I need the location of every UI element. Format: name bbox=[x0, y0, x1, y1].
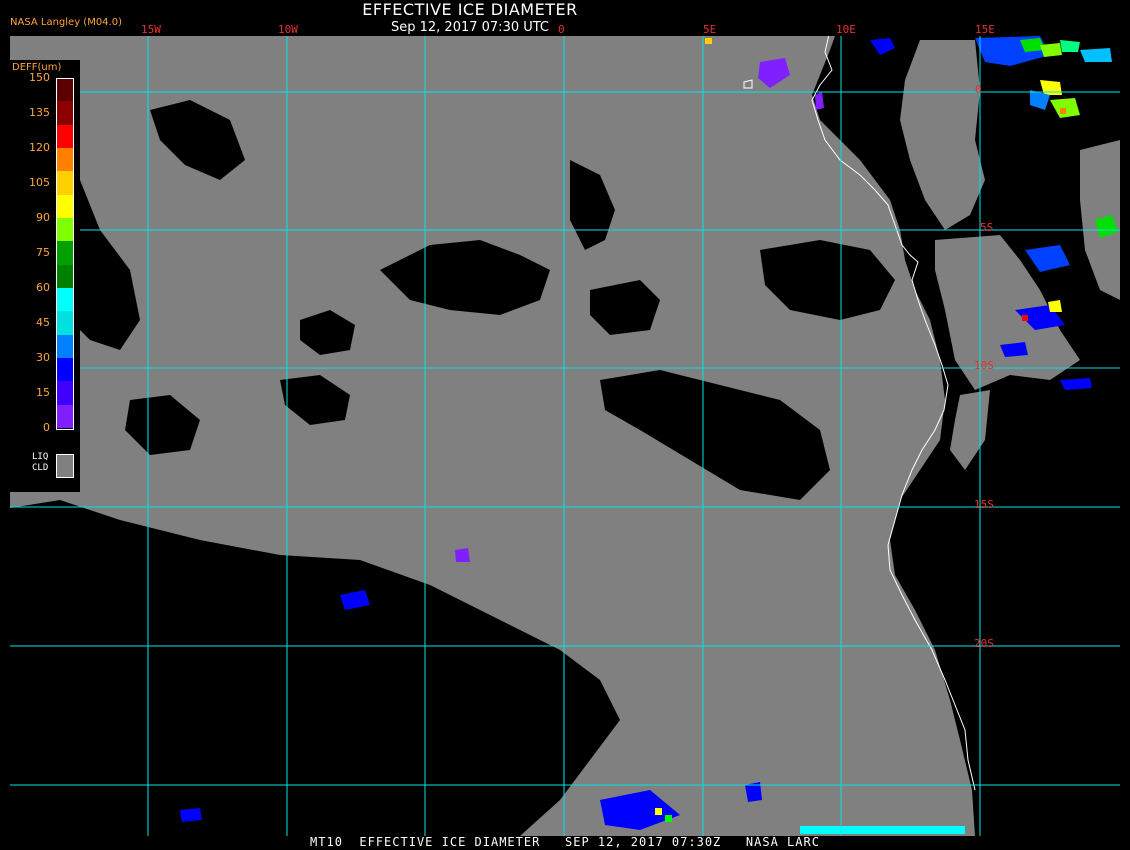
legend-tick-label: 45 bbox=[36, 316, 50, 329]
legend-swatch bbox=[56, 101, 73, 126]
legend-tick-label: 75 bbox=[36, 246, 50, 259]
lat-label-20s: 20S bbox=[974, 637, 994, 650]
color-legend: DEFF(um) 150 135 120 105 90 75 60 45 30 15 0 LIQ C… bbox=[8, 60, 80, 492]
legend-tick-label: 60 bbox=[36, 281, 50, 294]
legend-swatch bbox=[56, 311, 73, 336]
lon-label-10w: 10W bbox=[278, 23, 298, 36]
legend-tick-label: 150 bbox=[29, 71, 50, 84]
liquid-label-line1: LIQ bbox=[32, 452, 49, 462]
lon-label-0: 0 bbox=[558, 23, 565, 36]
legend-tick-label: 90 bbox=[36, 211, 50, 224]
legend-tick-label: 15 bbox=[36, 386, 50, 399]
legend-swatch bbox=[56, 334, 73, 359]
legend-swatch bbox=[56, 148, 73, 172]
satellite-map-viewer: EFFECTIVE ICE DIAMETER Sep 12, 2017 07:3… bbox=[0, 0, 1130, 850]
liquid-label-line2: CLD bbox=[32, 463, 49, 473]
footer-caption: MT10 EFFECTIVE ICE DIAMETER SEP 12, 2017… bbox=[310, 835, 820, 849]
liquid-cloud-label: LIQ CLD bbox=[32, 452, 48, 474]
legend-swatch bbox=[56, 288, 73, 312]
legend-swatch bbox=[56, 404, 73, 429]
legend-swatch bbox=[56, 218, 73, 242]
legend-tick-label: 105 bbox=[29, 176, 50, 189]
legend-tick-label: 135 bbox=[29, 106, 50, 119]
legend-swatch bbox=[56, 78, 73, 102]
legend-swatch bbox=[56, 264, 73, 289]
lon-label-15w: 15W bbox=[141, 23, 161, 36]
lat-label-10s: 10S bbox=[974, 359, 994, 372]
legend-swatch bbox=[56, 381, 73, 406]
lat-label-15s: 15S bbox=[974, 498, 994, 511]
lat-label-5s: 5S bbox=[980, 221, 994, 234]
lat-label-0: 0 bbox=[975, 83, 982, 96]
legend-swatch bbox=[56, 124, 73, 149]
legend-swatch bbox=[56, 241, 73, 266]
legend-tick-label: 30 bbox=[36, 351, 50, 364]
lon-label-10e: 10E bbox=[836, 23, 856, 36]
lon-label-15e: 15E bbox=[975, 23, 995, 36]
map-title: EFFECTIVE ICE DIAMETER bbox=[362, 0, 578, 19]
legend-swatch bbox=[56, 194, 73, 219]
lon-label-5e: 5E bbox=[703, 23, 717, 36]
legend-tick-label: 0 bbox=[43, 421, 50, 434]
map-canvas bbox=[10, 36, 1120, 836]
liquid-cloud-swatch bbox=[56, 454, 74, 478]
legend-swatch bbox=[56, 171, 73, 196]
source-label: NASA Langley (M04.0) bbox=[10, 17, 122, 28]
legend-tick-label: 120 bbox=[29, 141, 50, 154]
legend-swatch bbox=[56, 358, 73, 382]
